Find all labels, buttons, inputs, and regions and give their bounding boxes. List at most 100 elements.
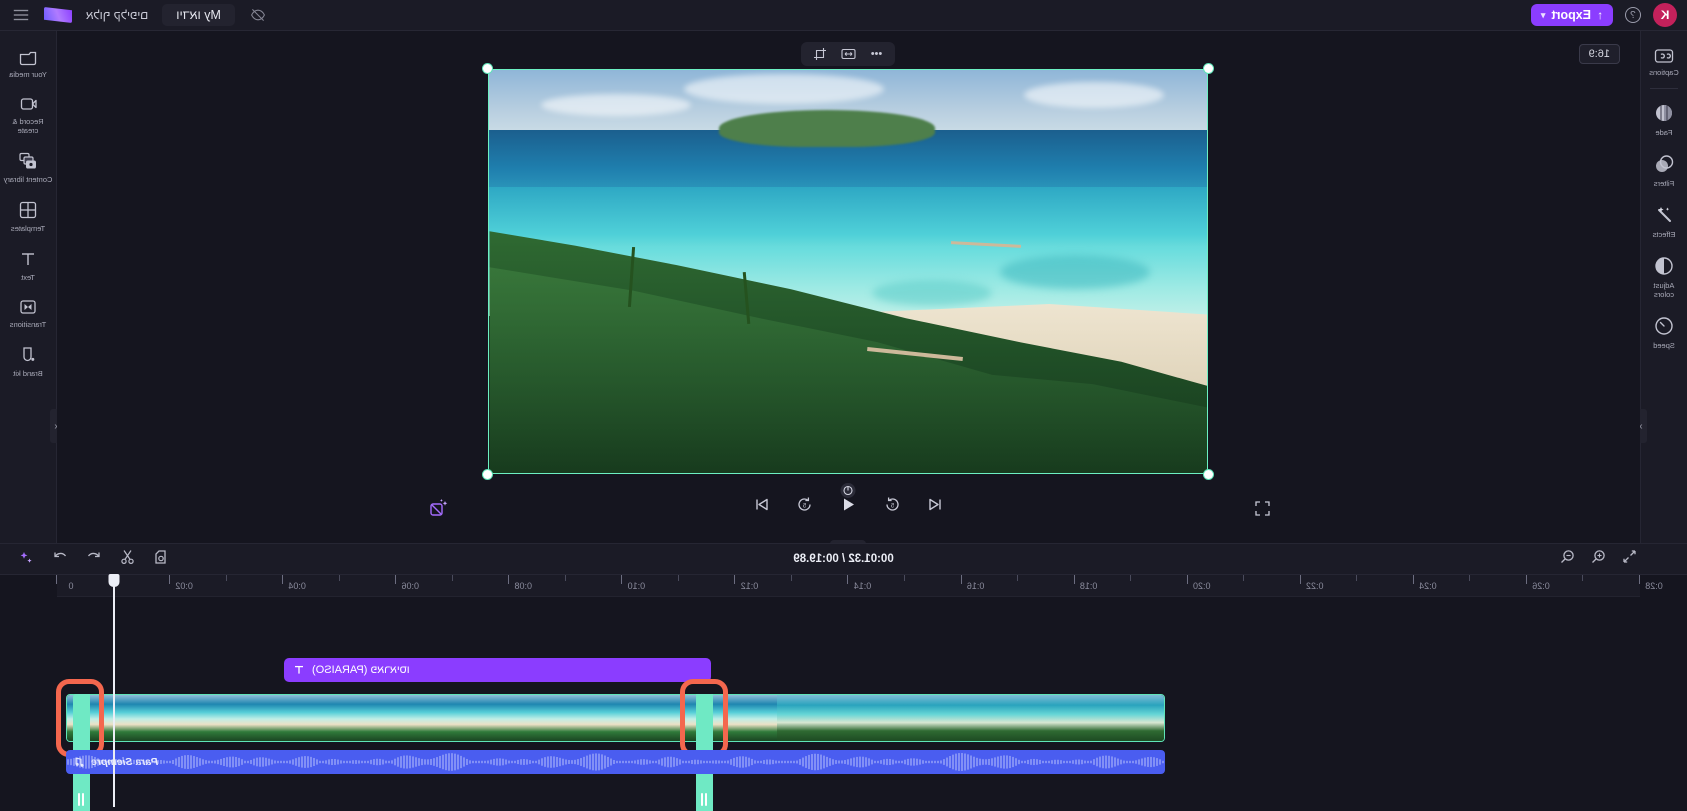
forward-5s-button[interactable]: 5 xyxy=(796,496,813,518)
sidebar-item-speed[interactable]: Speed xyxy=(1641,306,1687,357)
fade-icon xyxy=(1656,105,1672,121)
sidebar-item-templates[interactable]: Templates xyxy=(0,191,56,240)
skip-end-icon xyxy=(756,498,768,511)
aspect-ratio-chip[interactable]: 16:9 xyxy=(1578,44,1620,64)
timeline-tracks: פאראיסו (PARAISO) Para Siempre xyxy=(56,574,1640,811)
magic-ai-button[interactable] xyxy=(429,498,449,523)
resize-handle-top-left[interactable] xyxy=(1204,64,1214,73)
content-library-icon xyxy=(19,152,36,169)
canvas-floating-toolbar: ••• xyxy=(801,42,896,66)
video-thumbnail xyxy=(905,695,971,741)
forward-5-icon: 5 xyxy=(798,497,811,511)
play-button[interactable] xyxy=(839,495,858,519)
upload-icon: ↑ xyxy=(1597,8,1603,22)
resize-handle-top-right[interactable] xyxy=(483,64,493,73)
sidebar-item-label: Your media xyxy=(9,70,47,79)
sidebar-item-your-media[interactable]: Your media xyxy=(0,39,56,86)
ruler-tick xyxy=(508,575,510,584)
ruler-tick-label: 0:06 xyxy=(401,581,419,591)
video-canvas[interactable] xyxy=(488,69,1209,474)
ruler-tick xyxy=(847,575,849,584)
timeline-text-clip[interactable]: פאראיסו (PARAISO) xyxy=(284,658,711,682)
more-options-button[interactable]: ••• xyxy=(866,45,888,63)
timeline-video-clip[interactable] xyxy=(66,694,1165,742)
sidebar-item-filters[interactable]: Filters xyxy=(1641,144,1687,195)
timeline-playhead[interactable] xyxy=(108,574,120,807)
skip-to-end-button[interactable] xyxy=(753,496,770,518)
ruler-minor-tick xyxy=(1243,575,1245,581)
video-thumbnail xyxy=(583,695,648,741)
mid-water-layer xyxy=(489,186,1208,256)
sidebar-item-fade[interactable]: Fade xyxy=(1641,93,1687,144)
ruler-tick xyxy=(960,575,962,584)
ruler-tick-label: 0:24 xyxy=(1419,581,1437,591)
ruler-minor-tick xyxy=(338,575,340,581)
sidebar-item-label: Filters xyxy=(1653,179,1675,188)
ruler-tick-label: 0:20 xyxy=(1192,581,1211,591)
timeline-audio-clip[interactable]: Para Siempre xyxy=(66,750,1165,774)
sidebar-item-label: Captions xyxy=(1649,68,1679,77)
sidebar-item-label: Adjust colors xyxy=(1653,281,1675,299)
crop-button[interactable] xyxy=(810,45,832,63)
resize-handle-bottom-left[interactable] xyxy=(1204,470,1214,479)
help-circle-icon[interactable]: ? xyxy=(1625,7,1641,23)
resize-handle-bottom-right[interactable] xyxy=(483,470,493,479)
folder-icon xyxy=(19,51,37,66)
project-name[interactable]: My וידאו xyxy=(162,4,235,26)
ruler-tick-label: 0 xyxy=(68,581,74,591)
ruler-minor-tick xyxy=(677,575,679,581)
eye-off-icon[interactable] xyxy=(249,7,267,23)
sandbar xyxy=(719,110,935,147)
rewind-5s-button[interactable]: 5 xyxy=(884,496,901,518)
timecode-display: 00:01.32 / 00:19.89 xyxy=(793,553,894,565)
export-button[interactable]: ↑ Export ▾ xyxy=(1530,4,1613,26)
app-logo[interactable]: K xyxy=(1653,3,1677,27)
brand-name: אלוף קליפים xyxy=(86,8,149,22)
divider xyxy=(1650,88,1678,89)
sidebar-item-label: Content library xyxy=(3,175,53,184)
ruler-minor-tick xyxy=(1130,575,1132,581)
sidebar-item-label: Text xyxy=(21,273,35,282)
playback-controls: 5 5 xyxy=(57,495,1640,519)
fit-frame-button[interactable] xyxy=(838,45,860,63)
timeline-toolbar: 00:01.32 / 00:19.89 xyxy=(0,544,1687,575)
ruler-minor-tick xyxy=(1017,575,1019,581)
sidebar-item-effects[interactable]: Effects xyxy=(1641,195,1687,246)
adjust-colors-icon xyxy=(1655,257,1673,275)
ruler-tick-label: 0:22 xyxy=(1306,581,1324,591)
ruler-tick xyxy=(395,575,397,584)
ruler-minor-tick xyxy=(1356,575,1358,581)
playhead-handle[interactable] xyxy=(108,574,120,587)
cloud xyxy=(1024,82,1165,109)
video-canvas-selection[interactable] xyxy=(483,64,1214,498)
ruler-tick xyxy=(1186,575,1188,584)
timeline-ruler[interactable]: 0 0:02 0:04 0:06 0:08 0:10 0:12 0:14 0:16 0:18 0:2… xyxy=(56,575,1663,597)
ruler-tick-label: 0:12 xyxy=(740,581,759,591)
cloud xyxy=(684,74,885,105)
brand-logo xyxy=(44,7,72,23)
video-thumbnail xyxy=(712,695,777,741)
ruler-tick-label: 0:18 xyxy=(1079,581,1098,591)
sidebar-item-content-library[interactable]: Content library xyxy=(0,142,56,191)
hamburger-menu-icon[interactable] xyxy=(12,7,30,23)
app-logo-letter: K xyxy=(1660,8,1670,22)
record-camera-icon xyxy=(20,98,37,110)
play-icon xyxy=(844,498,854,511)
ruler-tick-label: 0:26 xyxy=(1532,581,1550,591)
timeline-panel: 00:01.32 / 00:19.89 0 0:02 0:04 0:06 0:0… xyxy=(0,543,1687,811)
ruler-tick-label: 0:02 xyxy=(175,581,193,591)
video-thumbnail xyxy=(196,695,261,741)
sidebar-item-label: Templates xyxy=(10,224,46,233)
preview-stage: 16:9 ••• 5 5 xyxy=(57,31,1640,555)
sidebar-item-text[interactable]: Text xyxy=(0,240,56,289)
sidebar-item-label: Brand kit xyxy=(13,369,43,378)
sidebar-item-captions[interactable]: Captions xyxy=(1641,39,1687,84)
skip-to-start-button[interactable] xyxy=(927,496,944,518)
sidebar-item-adjust-colors[interactable]: Adjust colors xyxy=(1641,246,1687,306)
ruler-tick xyxy=(621,575,623,584)
sidebar-item-record-create[interactable]: Record & create xyxy=(0,86,56,142)
reef xyxy=(872,279,993,306)
video-thumbnail xyxy=(1034,695,1100,741)
sidebar-item-transitions[interactable]: Transitions xyxy=(0,289,56,336)
sidebar-item-brand-kit[interactable]: Brand kit xyxy=(0,336,56,385)
